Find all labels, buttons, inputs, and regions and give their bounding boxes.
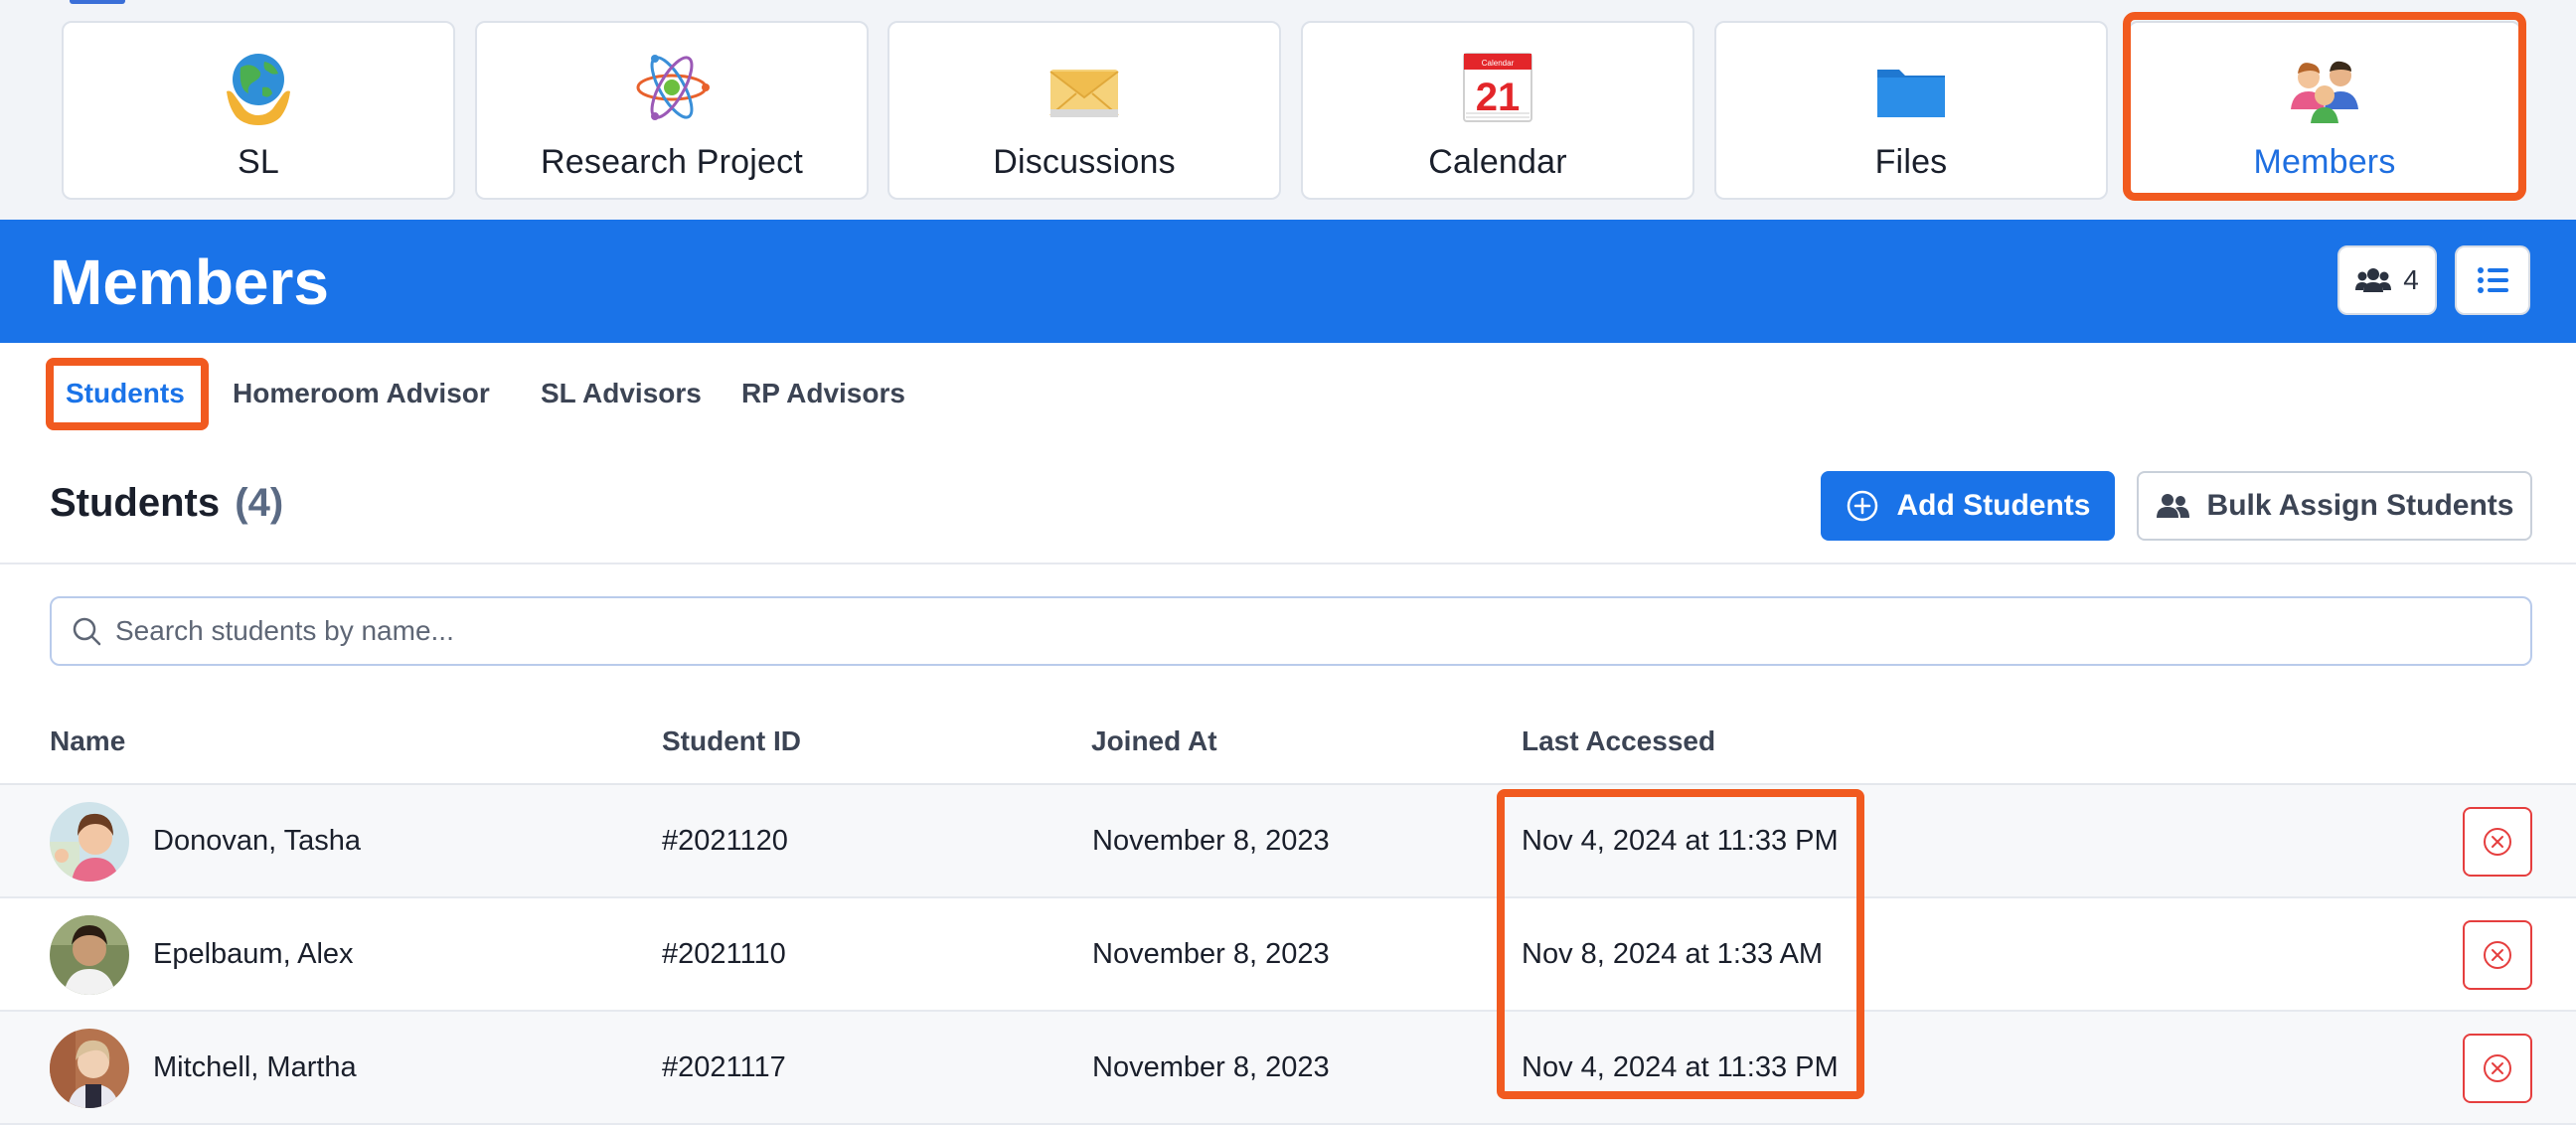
tab-homeroom-advisor[interactable]: Homeroom Advisor [233, 378, 490, 409]
members-header: Members 4 [0, 220, 2576, 343]
section-title-text: Students [50, 481, 221, 525]
column-header-student-id[interactable]: Student ID [662, 725, 801, 757]
module-tile-strip: SL Research Project Discussions Calendar… [0, 0, 2576, 220]
section-count: (4) [235, 481, 284, 525]
tile-files[interactable]: Files [1714, 21, 2108, 200]
strip-accent-mark [70, 0, 125, 4]
student-id: #2021110 [662, 938, 786, 970]
table-row[interactable]: Donovan, Tasha #2021120 November 8, 2023… [0, 785, 2576, 898]
remove-student-button[interactable] [2463, 920, 2532, 990]
remove-circle-icon [2484, 1054, 2511, 1082]
avatar [50, 915, 129, 995]
section-divider [0, 562, 2576, 564]
bulk-assign-label: Bulk Assign Students [2206, 489, 2514, 522]
atom-icon [636, 55, 710, 120]
tile-research-project[interactable]: Research Project [475, 21, 869, 200]
tile-label: Files [1874, 143, 1948, 181]
student-name[interactable]: Epelbaum, Alex [153, 938, 354, 971]
tile-label: Calendar [1428, 143, 1567, 181]
search-icon [73, 617, 101, 646]
users-icon [2355, 268, 2392, 292]
bulk-assign-button[interactable]: Bulk Assign Students [2137, 471, 2532, 541]
last-accessed: Nov 4, 2024 at 11:33 PM [1522, 825, 1839, 857]
plus-circle-icon [1847, 490, 1877, 522]
student-id: #2021120 [662, 825, 788, 857]
tile-sl[interactable]: SL [62, 21, 455, 200]
avatar [50, 802, 129, 882]
add-students-button[interactable]: Add Students [1821, 471, 2115, 541]
calendar-caption: Calendar [1482, 59, 1515, 68]
remove-student-button[interactable] [2463, 807, 2532, 877]
member-count: 4 [2403, 264, 2419, 295]
last-accessed: Nov 8, 2024 at 1:33 AM [1522, 938, 1824, 970]
search-input[interactable] [115, 615, 2401, 647]
table-row[interactable]: Mitchell, Martha #2021117 November 8, 20… [0, 1012, 2576, 1125]
section-title: Students (4) [50, 481, 283, 526]
remove-student-button[interactable] [2463, 1034, 2532, 1103]
list-view-button[interactable] [2455, 245, 2530, 315]
student-name[interactable]: Mitchell, Martha [153, 1051, 357, 1084]
student-name[interactable]: Donovan, Tasha [153, 825, 361, 858]
joined-at: November 8, 2023 [1092, 1051, 1330, 1083]
tile-label: Research Project [541, 143, 803, 181]
joined-at: November 8, 2023 [1092, 938, 1330, 970]
add-students-label: Add Students [1896, 489, 2091, 522]
tile-label: Discussions [993, 143, 1176, 181]
tile-label: Members [2253, 143, 2396, 181]
avatar [50, 1029, 129, 1108]
user-group-icon [2156, 494, 2189, 518]
globe-hands-icon [227, 54, 290, 125]
page-title: Members [50, 246, 329, 318]
last-accessed: Nov 4, 2024 at 11:33 PM [1522, 1051, 1839, 1083]
remove-circle-icon [2484, 941, 2511, 969]
calendar-day: 21 [1476, 76, 1521, 119]
tile-calendar[interactable]: Calendar 21 Calendar [1301, 21, 1694, 200]
calendar-icon: Calendar 21 [1463, 53, 1532, 122]
list-icon [2478, 267, 2508, 293]
column-header-joined-at[interactable]: Joined At [1091, 725, 1217, 757]
tab-sl-advisors[interactable]: SL Advisors [541, 378, 702, 409]
people-icon [2291, 61, 2358, 123]
tile-label: SL [238, 143, 279, 181]
joined-at: November 8, 2023 [1092, 825, 1330, 857]
envelope-icon [1049, 70, 1119, 117]
tile-discussions[interactable]: Discussions [887, 21, 1281, 200]
search-box[interactable] [50, 596, 2532, 666]
folder-icon [1877, 70, 1945, 117]
tile-members[interactable]: Members [2128, 21, 2521, 200]
column-header-name[interactable]: Name [50, 725, 125, 757]
tab-rp-advisors[interactable]: RP Advisors [741, 378, 905, 409]
table-row[interactable]: Epelbaum, Alex #2021110 November 8, 2023… [0, 898, 2576, 1012]
student-id: #2021117 [662, 1051, 786, 1083]
column-header-last-accessed[interactable]: Last Accessed [1522, 725, 1715, 757]
member-count-button[interactable]: 4 [2337, 245, 2437, 315]
tab-students[interactable]: Students [66, 378, 185, 409]
remove-circle-icon [2484, 828, 2511, 856]
